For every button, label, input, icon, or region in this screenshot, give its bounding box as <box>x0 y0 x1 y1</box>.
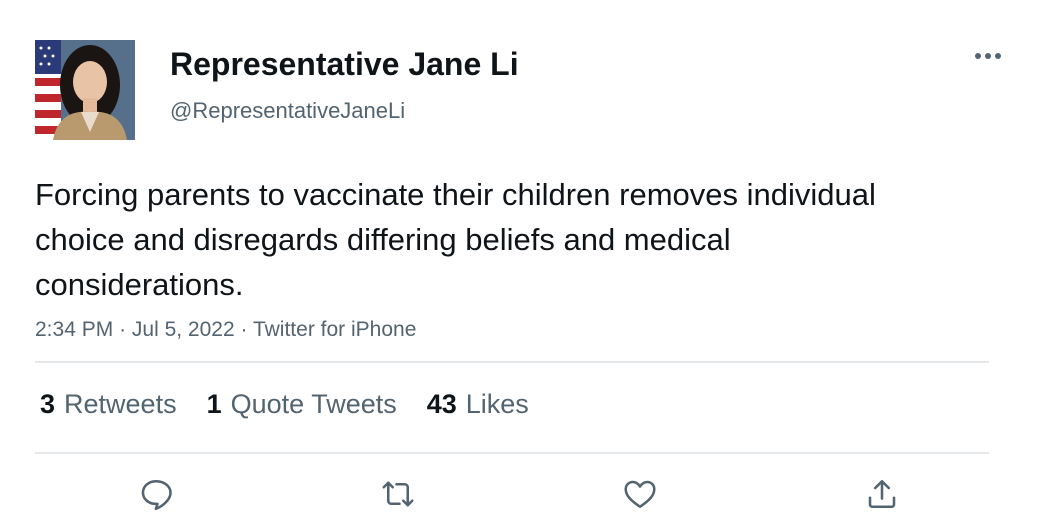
reply-bubble-icon <box>141 479 172 511</box>
tweet-source[interactable]: Twitter for iPhone <box>253 318 416 341</box>
tweet-time[interactable]: 2:34 PM <box>35 318 113 341</box>
quote-tweets-stat[interactable]: 1 Quote Tweets <box>207 386 397 422</box>
retweet-arrows-icon <box>382 481 414 507</box>
divider <box>35 452 989 454</box>
reply-button[interactable] <box>136 474 176 514</box>
author-name[interactable]: Representative Jane Li <box>170 44 519 84</box>
quote-tweets-count: 1 <box>206 389 222 419</box>
more-dots-icon <box>975 53 1001 59</box>
tweet-metadata: 2:34 PM · Jul 5, 2022 · Twitter for iPho… <box>35 316 416 344</box>
share-upload-icon <box>868 479 896 509</box>
share-button[interactable] <box>862 474 902 514</box>
avatar[interactable] <box>35 40 135 140</box>
retweets-count: 3 <box>40 389 56 419</box>
likes-label: Likes <box>465 389 529 419</box>
more-options-button[interactable] <box>970 42 1006 70</box>
heart-icon <box>624 480 656 509</box>
tweet-date[interactable]: Jul 5, 2022 <box>132 318 235 341</box>
meta-separator: · <box>240 318 248 341</box>
author-handle[interactable]: @RepresentativeJaneLi <box>170 97 405 125</box>
tweet-stats: 3 Retweets 1 Quote Tweets 43 Likes <box>40 386 559 422</box>
avatar-photo <box>35 40 135 140</box>
like-button[interactable] <box>620 474 660 514</box>
meta-separator: · <box>119 318 127 341</box>
retweets-stat[interactable]: 3 Retweets <box>40 386 177 422</box>
likes-count: 43 <box>426 389 457 419</box>
divider <box>35 361 989 363</box>
tweet-text: Forcing parents to vaccinate their child… <box>35 177 876 302</box>
retweet-button[interactable] <box>378 474 418 514</box>
retweets-label: Retweets <box>64 389 177 419</box>
quote-tweets-label: Quote Tweets <box>230 389 397 419</box>
likes-stat[interactable]: 43 Likes <box>427 386 529 422</box>
